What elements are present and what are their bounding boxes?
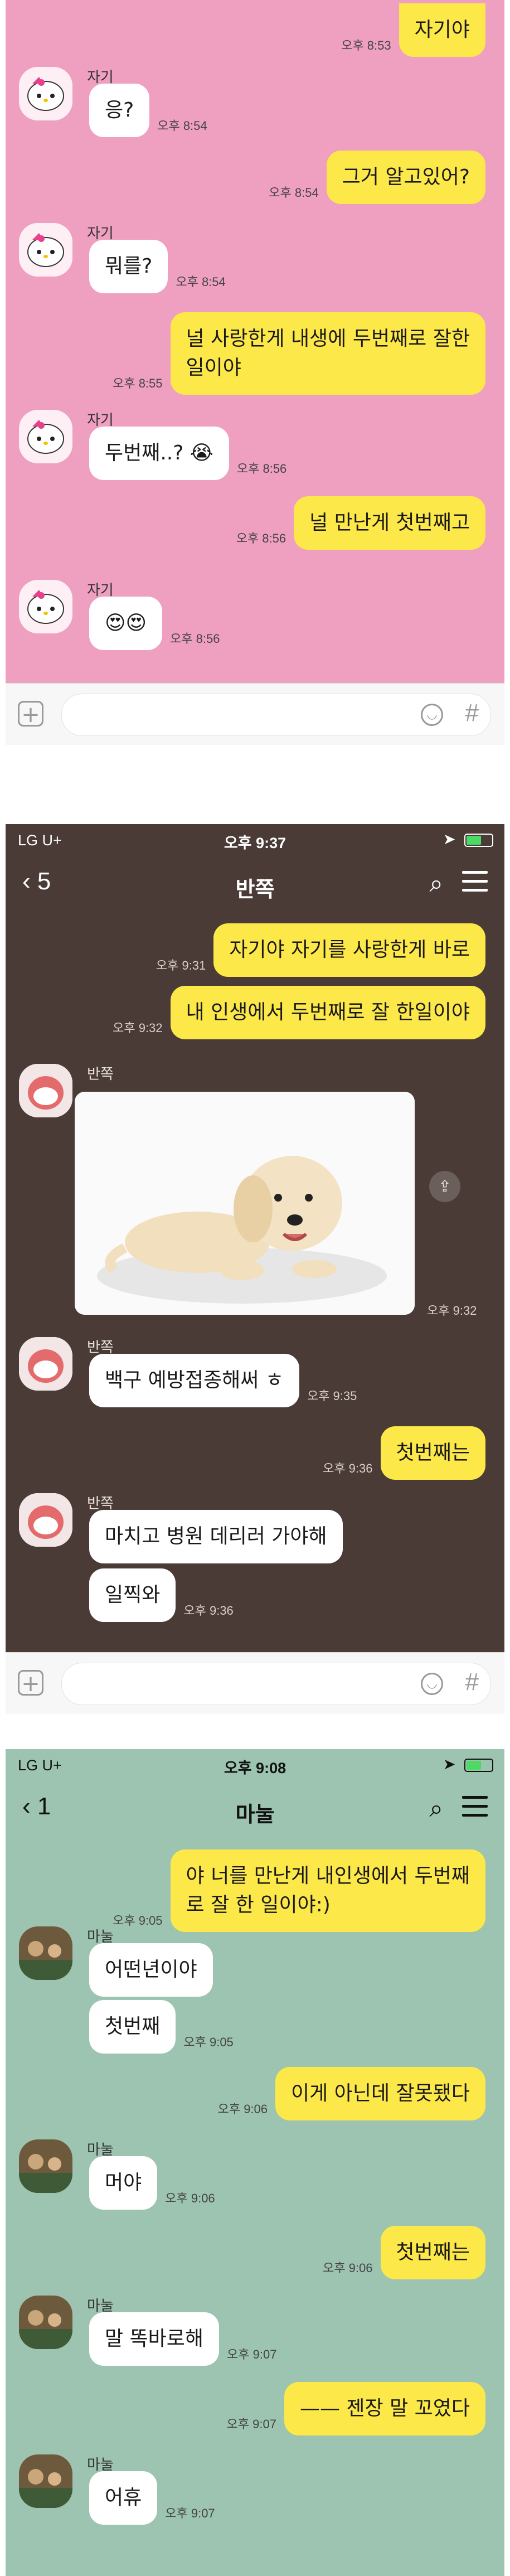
hash-icon[interactable]: # bbox=[465, 699, 479, 727]
message-row: 마치고 병원 데리러 가야해 bbox=[89, 1510, 343, 1563]
hash-icon[interactable]: # bbox=[465, 1668, 479, 1696]
status-bar: LG U+ 오후 9:37 ➤ bbox=[6, 824, 504, 856]
search-icon[interactable]: ⌕ bbox=[429, 870, 443, 898]
search-icon[interactable]: ⌕ bbox=[429, 1795, 443, 1823]
sender-name: 반쪽 bbox=[87, 1066, 114, 1082]
message-row: 머야 오후 9:06 bbox=[89, 2156, 223, 2210]
message-row: 오후 9:06 첫번째는 bbox=[315, 2226, 485, 2279]
avatar[interactable] bbox=[19, 1064, 72, 1117]
their-message-bubble[interactable]: 백구 예방접종해써 ㅎ bbox=[89, 1354, 299, 1407]
message-row: 오후 9:31 자기야 자기를 사랑한게 바로 bbox=[148, 923, 485, 977]
emoji-icon[interactable]: ◡ bbox=[421, 1673, 443, 1695]
message-row: 어휴 오후 9:07 bbox=[89, 2471, 223, 2525]
chat-panel-1: 오후 8:53 자기야 자기 응? 오후 8:54 오후 8:54 그거 알고있… bbox=[6, 0, 504, 683]
message-row: 일찍와 오후 9:36 bbox=[89, 1568, 241, 1622]
avatar[interactable] bbox=[19, 2296, 72, 2349]
their-message-bubble[interactable]: 두번째..? 😭 bbox=[89, 427, 229, 480]
their-message-bubble[interactable]: 어떤년이야 bbox=[89, 1943, 213, 1997]
avatar-hello-kitty[interactable] bbox=[19, 580, 72, 633]
message-row: 오후 8:54 그거 알고있어? bbox=[261, 151, 485, 204]
their-message-bubble[interactable]: 일찍와 bbox=[89, 1568, 176, 1622]
message-row: 뭐를? 오후 8:54 bbox=[89, 240, 234, 293]
message-row: 오후 8:55 널 사랑한게 내생에 두번째로 잘한 일이야 bbox=[105, 312, 485, 395]
their-message-bubble[interactable]: 말 똑바로해 bbox=[89, 2312, 220, 2366]
chat-panel-3: LG U+ 오후 9:08 ➤ ‹ 1 마눌 ⌕ 오후 9:05 야 너를 만난… bbox=[6, 1749, 504, 2576]
their-message-bubble[interactable]: 마치고 병원 데리러 가야해 bbox=[89, 1510, 343, 1563]
chat-panel-2: LG U+ 오후 9:37 ➤ ‹ 5 반쪽 ⌕ 오후 9:31 자기야 자기를… bbox=[6, 824, 504, 1652]
chat-header: ‹ 5 반쪽 ⌕ bbox=[6, 856, 504, 912]
message-input-bar: + ◡ # bbox=[6, 1652, 504, 1714]
their-message-bubble[interactable]: 응? bbox=[89, 84, 150, 137]
puppy-photo[interactable] bbox=[75, 1092, 415, 1315]
battery-icon: ➤ bbox=[443, 1756, 493, 1773]
my-message-bubble[interactable]: 첫번째는 bbox=[380, 1426, 485, 1480]
message-row: 오후 8:56 널 만난게 첫번째고 bbox=[229, 496, 485, 550]
message-row: 오후 9:36 첫번째는 bbox=[315, 1426, 485, 1480]
my-message-bubble[interactable]: 첫번째는 bbox=[380, 2226, 485, 2279]
status-clock: 오후 9:08 bbox=[224, 1760, 286, 1776]
avatar[interactable] bbox=[19, 1337, 72, 1391]
my-message-bubble[interactable]: 널 만난게 첫번째고 bbox=[294, 496, 485, 550]
their-message-bubble[interactable]: 😍😍 bbox=[89, 597, 163, 650]
message-input-bar: + ◡ # bbox=[6, 683, 504, 745]
status-clock: 오후 9:37 bbox=[224, 835, 286, 851]
avatar[interactable] bbox=[19, 1493, 72, 1547]
battery-icon: ➤ bbox=[443, 831, 493, 848]
avatar[interactable] bbox=[19, 1926, 72, 1980]
message-row: 오후 9:05 야 너를 만난게 내인생에서 두번째 로 잘 한 일이야:) bbox=[105, 1849, 485, 1932]
their-message-bubble[interactable]: 머야 bbox=[89, 2156, 158, 2210]
their-message-bubble[interactable]: 첫번째 bbox=[89, 2000, 176, 2054]
their-message-bubble[interactable]: 어휴 bbox=[89, 2471, 158, 2525]
avatar-hello-kitty[interactable] bbox=[19, 223, 72, 277]
avatar-hello-kitty[interactable] bbox=[19, 410, 72, 463]
my-message-bubble[interactable]: 자기야 bbox=[399, 3, 485, 57]
message-row: 백구 예방접종해써 ㅎ 오후 9:35 bbox=[89, 1354, 365, 1407]
message-row: 오후 8:53 자기야 bbox=[333, 3, 485, 57]
message-row: 오후 9:32 내 인생에서 두번째로 잘 한일이야 bbox=[105, 986, 485, 1039]
my-message-bubble[interactable]: 그거 알고있어? bbox=[326, 151, 485, 204]
share-icon[interactable]: ⇪ bbox=[429, 1171, 460, 1202]
their-message-bubble[interactable]: 뭐를? bbox=[89, 240, 168, 293]
my-message-bubble[interactable]: 널 사랑한게 내생에 두번째로 잘한 일이야 bbox=[170, 312, 485, 395]
avatar-hello-kitty[interactable] bbox=[19, 67, 72, 120]
avatar[interactable] bbox=[19, 2139, 72, 2193]
plus-icon[interactable]: + bbox=[18, 701, 43, 727]
avatar[interactable] bbox=[19, 2454, 72, 2508]
message-row: 오후 9:06 이게 아닌데 잘못됐다 bbox=[210, 2067, 485, 2120]
message-row: 어떤년이야 bbox=[89, 1943, 213, 1997]
my-message-bubble[interactable]: —— 젠장 말 꼬였다 bbox=[284, 2382, 485, 2435]
my-message-bubble[interactable]: 이게 아닌데 잘못됐다 bbox=[275, 2067, 485, 2120]
message-row: 말 똑바로해 오후 9:07 bbox=[89, 2312, 284, 2366]
message-row: 두번째..? 😭 오후 8:56 bbox=[89, 427, 294, 480]
emoji-icon[interactable]: ◡ bbox=[421, 704, 443, 726]
message-row: 첫번째 오후 9:05 bbox=[89, 2000, 241, 2054]
menu-icon[interactable] bbox=[462, 1796, 488, 1823]
chat-header: ‹ 1 마눌 ⌕ bbox=[6, 1781, 504, 1837]
message-row: 😍😍 오후 8:56 bbox=[89, 597, 227, 650]
my-message-bubble[interactable]: 자기야 자기를 사랑한게 바로 bbox=[213, 923, 485, 977]
my-message-bubble[interactable]: 내 인생에서 두번째로 잘 한일이야 bbox=[170, 986, 485, 1039]
message-row: 응? 오후 8:54 bbox=[89, 84, 215, 137]
message-row: 오후 9:07 —— 젠장 말 꼬였다 bbox=[219, 2382, 485, 2435]
menu-icon[interactable] bbox=[462, 871, 488, 898]
status-bar: LG U+ 오후 9:08 ➤ bbox=[6, 1749, 504, 1781]
my-message-bubble[interactable]: 야 너를 만난게 내인생에서 두번째 로 잘 한 일이야:) bbox=[170, 1849, 485, 1932]
plus-icon[interactable]: + bbox=[18, 1670, 43, 1696]
